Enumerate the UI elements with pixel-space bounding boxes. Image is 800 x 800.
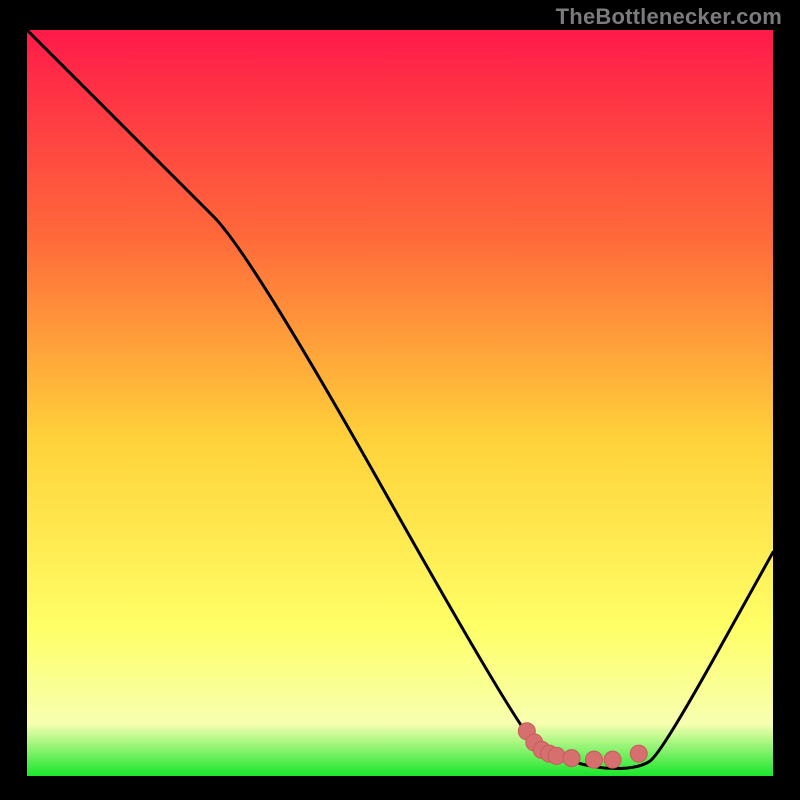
plot-svg (27, 30, 773, 776)
plot-frame (27, 30, 773, 776)
chart-stage: TheBottlenecker.com (0, 0, 800, 800)
curve-marker (604, 751, 621, 768)
curve-marker (630, 745, 647, 762)
curve-marker (548, 747, 565, 764)
attribution-text: TheBottlenecker.com (556, 4, 782, 30)
curve-marker (585, 751, 602, 768)
curve-marker (563, 750, 580, 767)
